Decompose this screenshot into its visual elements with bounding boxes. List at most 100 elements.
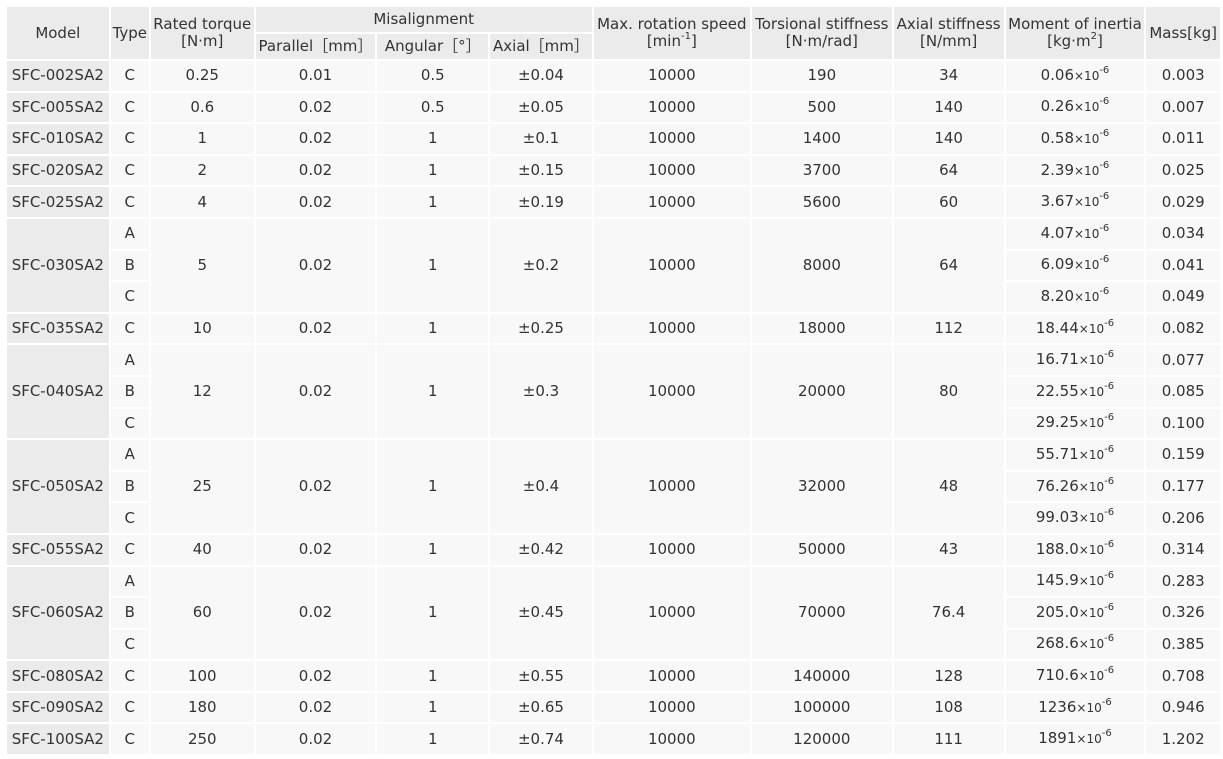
- table-row: SFC-005SA2 C 0.6 0.02 0.5 ±0.05 10000 500 140 0.2…: [7, 92, 1220, 123]
- header-torsional-label: Torsional stiffness: [755, 15, 889, 33]
- cell-parallel: 0.02: [255, 345, 376, 439]
- table-row: SFC-055SA2 C 40 0.02 1 ±0.42 10000 50000 43 188.0…: [7, 534, 1220, 565]
- header-max-speed-unit: [min-1]: [646, 31, 697, 50]
- cell-model: SFC-055SA2: [7, 534, 109, 565]
- cell-mass: 0.100: [1146, 408, 1220, 439]
- cell-moment-of-inertia: 188.0×10-6: [1005, 534, 1145, 565]
- table-row: SFC-010SA2 C 1 0.02 1 ±0.1 10000 1400 140 0.58×10…: [7, 124, 1220, 154]
- cell-moment-of-inertia: 22.55×10-6: [1005, 376, 1145, 407]
- cell-rated-torque: 12: [150, 345, 254, 439]
- header-max-speed: Max. rotation speed [min-1]: [593, 7, 750, 59]
- cell-axial: ±0.15: [490, 155, 592, 186]
- cell-axial: ±0.2: [490, 218, 592, 312]
- cell-axial-stiffness: 64: [893, 218, 1004, 312]
- cell-model: SFC-010SA2: [7, 124, 109, 154]
- header-misalignment: Misalignment: [255, 7, 592, 32]
- cell-moment-of-inertia: 29.25×10-6: [1005, 408, 1145, 439]
- header-angular: Angular［°］: [377, 34, 489, 59]
- cell-parallel: 0.02: [255, 313, 376, 344]
- cell-type: C: [110, 724, 149, 755]
- cell-model: SFC-025SA2: [7, 187, 109, 217]
- cell-rated-torque: 4: [150, 187, 254, 217]
- cell-rated-torque: 0.25: [150, 61, 254, 91]
- cell-torsional-stiffness: 190: [751, 61, 892, 91]
- cell-model: SFC-100SA2: [7, 724, 109, 755]
- cell-moment-of-inertia: 3.67×10-6: [1005, 187, 1145, 217]
- cell-rated-torque: 40: [150, 534, 254, 565]
- cell-mass: 0.003: [1146, 61, 1220, 91]
- cell-type: C: [110, 408, 149, 439]
- table-row: SFC-060SA2 A 60 0.02 1 ±0.45 10000 70000 76.4 145…: [7, 566, 1220, 660]
- cell-axial-stiffness: 48: [893, 440, 1004, 533]
- cell-angular: 1: [377, 692, 489, 723]
- header-axial-stiffness-unit: [N/mm]: [920, 32, 978, 50]
- cell-axial-stiffness: 60: [893, 187, 1004, 217]
- cell-angular: 1: [377, 345, 489, 439]
- cell-type: B: [110, 250, 149, 281]
- cell-moment-of-inertia: 8.20×10-6: [1005, 282, 1145, 312]
- cell-angular: 1: [377, 566, 489, 660]
- header-axial: Axial［mm］: [490, 34, 592, 59]
- cell-model: SFC-020SA2: [7, 155, 109, 186]
- cell-axial: ±0.19: [490, 187, 592, 217]
- cell-axial: ±0.3: [490, 345, 592, 439]
- cell-model: SFC-005SA2: [7, 92, 109, 123]
- cell-moment-of-inertia: 145.9×10-6: [1005, 566, 1145, 597]
- header-inertia-label: Moment of inertia: [1008, 15, 1142, 33]
- cell-axial: ±0.04: [490, 61, 592, 91]
- cell-type: C: [110, 692, 149, 723]
- cell-torsional-stiffness: 5600: [751, 187, 892, 217]
- cell-moment-of-inertia: 1891×10-6: [1005, 724, 1145, 755]
- table-row: SFC-090SA2 C 180 0.02 1 ±0.65 10000 100000 108 12…: [7, 692, 1220, 723]
- cell-moment-of-inertia: 205.0×10-6: [1005, 598, 1145, 628]
- cell-type: B: [110, 598, 149, 628]
- cell-rated-torque: 100: [150, 661, 254, 691]
- cell-max-speed: 10000: [593, 187, 750, 217]
- cell-type: A: [110, 218, 149, 249]
- cell-axial-stiffness: 140: [893, 92, 1004, 123]
- cell-max-speed: 10000: [593, 345, 750, 439]
- cell-mass: 0.011: [1146, 124, 1220, 154]
- cell-angular: 1: [377, 724, 489, 755]
- header-rated-torque-label: Rated torque: [153, 15, 252, 33]
- cell-type: A: [110, 345, 149, 375]
- cell-moment-of-inertia: 0.06×10-6: [1005, 61, 1145, 91]
- cell-axial-stiffness: 140: [893, 124, 1004, 154]
- cell-mass: 0.085: [1146, 376, 1220, 407]
- cell-mass: 0.159: [1146, 440, 1220, 470]
- table-row: SFC-040SA2 A 12 0.02 1 ±0.3 10000 20000 80 16.71×…: [7, 345, 1220, 439]
- cell-moment-of-inertia: 268.6×10-6: [1005, 629, 1145, 660]
- header-mass: Mass[kg]: [1146, 7, 1220, 59]
- cell-axial: ±0.1: [490, 124, 592, 154]
- cell-mass: 0.283: [1146, 566, 1220, 597]
- cell-torsional-stiffness: 70000: [751, 566, 892, 660]
- cell-moment-of-inertia: 6.09×10-6: [1005, 250, 1145, 281]
- cell-max-speed: 10000: [593, 61, 750, 91]
- cell-type: C: [110, 503, 149, 533]
- cell-type: C: [110, 313, 149, 344]
- cell-moment-of-inertia: 2.39×10-6: [1005, 155, 1145, 186]
- header-moment-of-inertia: Moment of inertia [kg·m2]: [1005, 7, 1145, 59]
- cell-angular: 0.5: [377, 61, 489, 91]
- cell-axial: ±0.42: [490, 534, 592, 565]
- header-torsional-stiffness: Torsional stiffness [N·m/rad]: [751, 7, 892, 59]
- cell-mass: 0.326: [1146, 598, 1220, 628]
- cell-mass: 0.034: [1146, 218, 1220, 249]
- cell-angular: 1: [377, 534, 489, 565]
- header-max-speed-label: Max. rotation speed: [597, 15, 747, 33]
- cell-type: C: [110, 61, 149, 91]
- cell-angular: 1: [377, 124, 489, 154]
- cell-moment-of-inertia: 99.03×10-6: [1005, 503, 1145, 533]
- cell-rated-torque: 10: [150, 313, 254, 344]
- cell-angular: 1: [377, 218, 489, 312]
- spec-table-body: SFC-002SA2 C 0.25 0.01 0.5 ±0.04 10000 190 34 0.0…: [7, 61, 1220, 755]
- cell-torsional-stiffness: 32000: [751, 440, 892, 533]
- cell-axial-stiffness: 64: [893, 155, 1004, 186]
- cell-torsional-stiffness: 500: [751, 92, 892, 123]
- cell-axial-stiffness: 34: [893, 61, 1004, 91]
- cell-parallel: 0.02: [255, 534, 376, 565]
- cell-angular: 1: [377, 187, 489, 217]
- cell-rated-torque: 1: [150, 124, 254, 154]
- cell-angular: 1: [377, 440, 489, 533]
- cell-max-speed: 10000: [593, 124, 750, 154]
